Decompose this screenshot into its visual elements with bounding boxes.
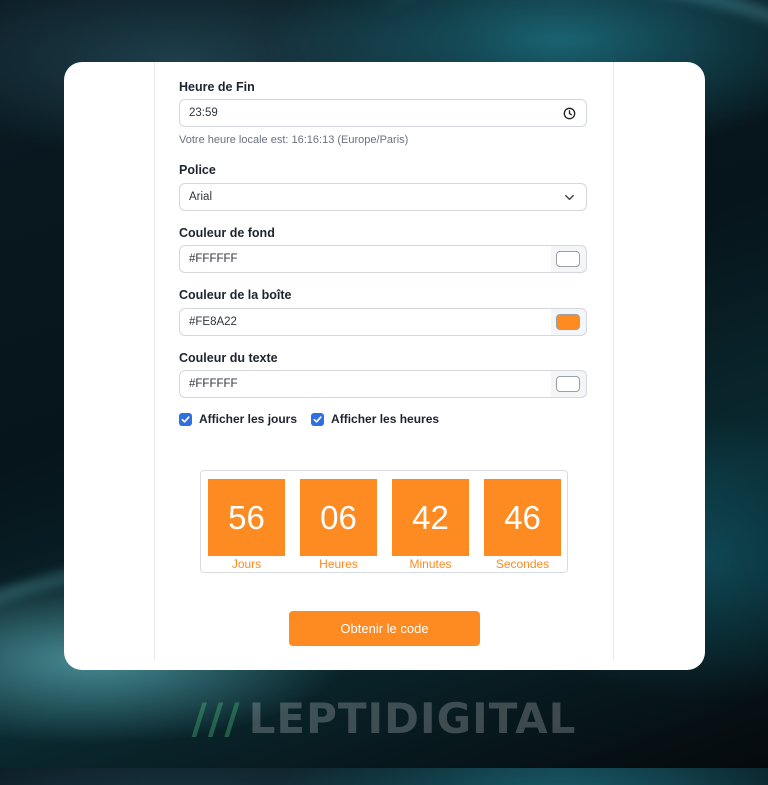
font-select-value: Arial (189, 191, 213, 203)
text-color-swatch (556, 376, 580, 392)
bg-color-picker[interactable] (551, 245, 587, 273)
font-label: Police (179, 163, 216, 177)
seconds-value: 46 (484, 479, 561, 556)
countdown-minutes: 42 Minutes (392, 479, 469, 571)
hours-value: 06 (300, 479, 377, 556)
clock-icon[interactable] (563, 107, 576, 120)
show-hours-label[interactable]: Afficher les heures (331, 412, 439, 426)
seconds-label: Secondes (495, 557, 550, 571)
local-time-hint: Votre heure locale est: 16:16:13 (Europe… (179, 134, 409, 146)
box-color-input[interactable]: #FE8A22 (179, 308, 552, 336)
end-time-value: 23:59 (189, 107, 218, 119)
box-color-label: Couleur de la boîte (179, 288, 292, 302)
brand-name: LEPTIDIGITAL (248, 694, 577, 743)
minutes-value: 42 (392, 479, 469, 556)
brand-watermark: ///LEPTIDIGITAL (0, 694, 768, 743)
minutes-label: Minutes (409, 557, 452, 571)
box-color-picker[interactable] (551, 308, 587, 336)
font-select[interactable]: Arial (179, 183, 587, 211)
days-label: Jours (231, 557, 262, 571)
bg-color-input[interactable]: #FFFFFF (179, 245, 552, 273)
bg-color-label: Couleur de fond (179, 226, 275, 240)
text-color-input[interactable]: #FFFFFF (179, 370, 552, 398)
countdown-hours: 06 Heures (300, 479, 377, 571)
checkmark-icon (181, 415, 190, 423)
end-time-label: Heure de Fin (179, 80, 255, 94)
form-panel: Heure de Fin 23:59 Votre heure locale es… (154, 62, 614, 660)
display-options: Afficher les jours Afficher les heures (179, 412, 453, 426)
get-code-button[interactable]: Obtenir le code (289, 611, 480, 646)
checkmark-icon (313, 415, 322, 423)
days-value: 56 (208, 479, 285, 556)
bg-color-swatch (556, 251, 580, 267)
text-color-picker[interactable] (551, 370, 587, 398)
settings-card: Heure de Fin 23:59 Votre heure locale es… (64, 62, 705, 670)
box-color-swatch (556, 314, 580, 330)
show-hours-checkbox[interactable] (311, 412, 325, 426)
countdown-preview: 56 Jours 06 Heures 42 Minutes 46 Seconde… (200, 470, 568, 573)
show-days-checkbox[interactable] (179, 412, 192, 426)
show-days-label[interactable]: Afficher les jours (199, 412, 297, 426)
chevron-down-icon (565, 194, 574, 201)
countdown-days: 56 Jours (208, 479, 285, 571)
end-time-input[interactable]: 23:59 (179, 99, 587, 127)
countdown-seconds: 46 Secondes (484, 479, 561, 571)
hours-label: Heures (319, 557, 358, 571)
brand-mark: /// (191, 694, 241, 743)
text-color-label: Couleur du texte (179, 351, 278, 365)
